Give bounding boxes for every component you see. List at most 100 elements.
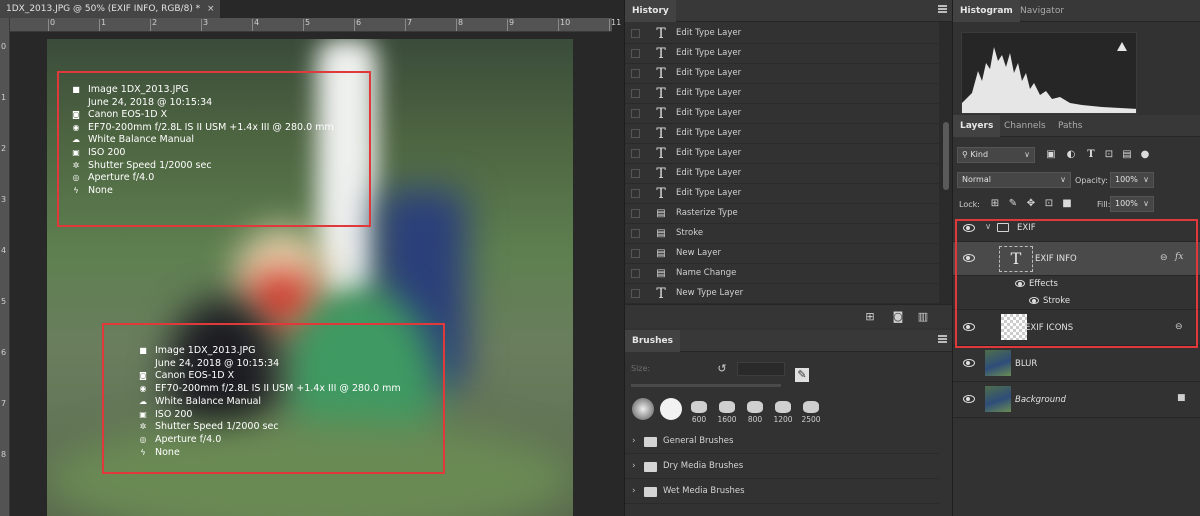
history-checkbox[interactable] — [631, 89, 640, 98]
history-item[interactable]: T New Type Layer — [625, 284, 939, 304]
history-item[interactable]: ▤ Rasterize Type — [625, 204, 939, 224]
brush-tip-preset[interactable]: 2500 — [799, 398, 823, 428]
brush-group[interactable]: › Dry Media Brushes — [625, 455, 939, 479]
brush-tip-icon — [803, 401, 819, 413]
brushes-menu-icon[interactable] — [938, 335, 947, 343]
brush-tip-size: 600 — [691, 415, 707, 424]
history-checkbox[interactable] — [631, 129, 640, 138]
history-scrollbar[interactable] — [939, 22, 953, 304]
document-tab[interactable]: 1DX_2013.JPG @ 50% (EXIF INFO, RGB/8) * … — [0, 0, 220, 18]
history-checkbox[interactable] — [631, 169, 640, 178]
tab-channels[interactable]: Channels — [997, 115, 1053, 137]
brushes-panel: Brushes Size: ↺ ✎ 600 1600 800 1200 2500 › Ge… — [625, 330, 953, 516]
smart-object-filter-icon[interactable]: ▤ — [1121, 149, 1133, 161]
opacity-field[interactable]: 100% ∨ — [1110, 172, 1154, 188]
history-item[interactable]: T Edit Type Layer — [625, 164, 939, 184]
tab-histogram[interactable]: Histogram — [953, 0, 1020, 22]
lock-image-brush-icon[interactable]: ✎ — [1007, 198, 1019, 210]
history-checkbox[interactable] — [631, 29, 640, 38]
chevron-right-icon[interactable]: › — [632, 461, 636, 471]
history-checkbox[interactable] — [631, 109, 640, 118]
vertical-ruler[interactable]: 0 1 2 3 4 5 6 7 8 — [0, 18, 10, 516]
brush-preview-icon[interactable]: ✎ — [795, 368, 809, 382]
brush-size-field[interactable] — [737, 362, 785, 376]
brush-tip-preset[interactable]: 1200 — [771, 398, 795, 428]
snapshot-camera-icon[interactable]: ◙ — [891, 310, 905, 324]
brush-group[interactable]: › General Brushes — [625, 430, 939, 454]
history-item[interactable]: T Edit Type Layer — [625, 144, 939, 164]
document-icon: ■ — [139, 346, 147, 355]
brush-tip-preset[interactable] — [659, 398, 683, 428]
visibility-eye-icon[interactable] — [963, 395, 975, 403]
tab-navigator[interactable]: Navigator — [1013, 0, 1071, 22]
pixel-filter-icon[interactable]: ▣ — [1045, 149, 1057, 161]
lock-icon[interactable]: ■ — [1177, 393, 1186, 403]
adjustment-filter-icon[interactable]: ◐ — [1065, 149, 1077, 161]
chevron-down-icon: ∨ — [1143, 175, 1149, 184]
history-item-label: New Type Layer — [676, 288, 744, 298]
filter-toggle-icon[interactable]: ● — [1139, 149, 1151, 161]
ruler-h-tick-label: 11 — [611, 18, 622, 27]
document-state-icon: ▤ — [656, 208, 666, 219]
lock-all-icon[interactable]: ■ — [1061, 198, 1073, 210]
chevron-right-icon[interactable]: › — [632, 436, 636, 446]
tab-paths[interactable]: Paths — [1051, 115, 1089, 137]
history-item[interactable]: ▤ Stroke — [625, 224, 939, 244]
tab-layers[interactable]: Layers — [953, 115, 1001, 137]
history-item[interactable]: T Edit Type Layer — [625, 44, 939, 64]
brush-tip-preset[interactable]: 600 — [687, 398, 711, 428]
history-checkbox[interactable] — [631, 149, 640, 158]
history-footer: ⊞ ◙ ▥ — [625, 304, 953, 328]
history-item[interactable]: T Edit Type Layer — [625, 64, 939, 84]
horizontal-ruler[interactable]: 0 1 2 3 4 5 6 7 8 9 10 11 — [10, 18, 621, 32]
lock-position-move-icon[interactable]: ✥ — [1025, 198, 1037, 210]
history-item[interactable]: T Edit Type Layer — [625, 184, 939, 204]
history-checkbox[interactable] — [631, 269, 640, 278]
history-checkbox[interactable] — [631, 289, 640, 298]
fill-field[interactable]: 100% ∨ — [1110, 196, 1154, 212]
exif-line-text: ISO 200 — [155, 408, 193, 420]
history-scroll-thumb[interactable] — [943, 122, 949, 190]
chevron-right-icon[interactable]: › — [632, 486, 636, 496]
history-checkbox[interactable] — [631, 209, 640, 218]
type-filter-icon[interactable]: T — [1085, 149, 1097, 161]
new-document-from-state-icon[interactable]: ⊞ — [863, 310, 877, 324]
history-item[interactable]: T Edit Type Layer — [625, 84, 939, 104]
lock-artboard-icon[interactable]: ⊡ — [1043, 198, 1055, 210]
history-checkbox[interactable] — [631, 249, 640, 258]
history-item-label: Edit Type Layer — [676, 128, 742, 138]
history-item[interactable]: T Edit Type Layer — [625, 124, 939, 144]
brush-tip-preset[interactable]: 800 — [743, 398, 767, 428]
history-checkbox[interactable] — [631, 49, 640, 58]
brush-tip-preset[interactable] — [631, 398, 655, 428]
close-tab-icon[interactable]: × — [207, 0, 215, 18]
reset-icon[interactable]: ↺ — [715, 362, 729, 376]
history-checkbox[interactable] — [631, 229, 640, 238]
history-checkbox[interactable] — [631, 189, 640, 198]
ruler-h-tick — [252, 19, 253, 31]
brush-tip-preset[interactable]: 1600 — [715, 398, 739, 428]
layer-row-background[interactable]: Background ■ — [953, 382, 1200, 418]
tab-brushes[interactable]: Brushes — [625, 330, 680, 352]
history-item[interactable]: ▤ New Layer — [625, 244, 939, 264]
tab-history[interactable]: History — [625, 0, 676, 22]
layer-row-blur[interactable]: BLUR — [953, 346, 1200, 382]
history-menu-icon[interactable] — [938, 5, 947, 13]
type-tool-icon: T — [656, 146, 666, 162]
lock-transparent-icon[interactable]: ⊞ — [989, 198, 1001, 210]
exif-line: ✲ Shutter Speed 1/2000 sec — [70, 160, 212, 171]
history-item[interactable]: T Edit Type Layer — [625, 104, 939, 124]
type-tool-icon: T — [656, 86, 666, 102]
exif-line-text: None — [88, 184, 113, 196]
visibility-eye-icon[interactable] — [963, 359, 975, 367]
blend-mode-select[interactable]: Normal ∨ — [957, 172, 1071, 188]
history-checkbox[interactable] — [631, 69, 640, 78]
trash-icon[interactable]: ▥ — [916, 310, 930, 324]
history-item[interactable]: ▤ Name Change — [625, 264, 939, 284]
history-item[interactable]: T Edit Type Layer — [625, 24, 939, 44]
shape-filter-icon[interactable]: ⊡ — [1103, 149, 1115, 161]
brush-size-slider[interactable] — [631, 384, 781, 387]
warning-icon[interactable] — [1117, 42, 1127, 51]
brush-group[interactable]: › Wet Media Brushes — [625, 480, 939, 504]
kind-filter-select[interactable]: ⚲ Kind ∨ — [957, 147, 1035, 163]
